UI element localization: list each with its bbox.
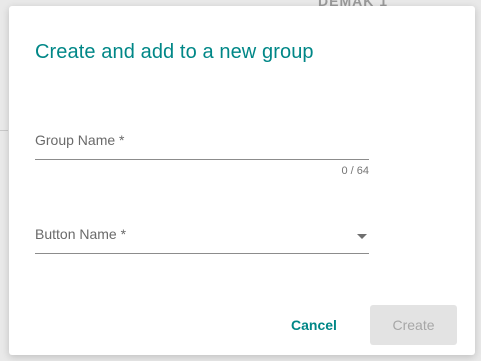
button-name-select[interactable]: Button Name * [35,215,369,254]
dialog-title: Create and add to a new group [35,41,314,63]
dropdown-caret-icon[interactable] [357,234,367,239]
group-name-underline [35,159,369,160]
cancel-button[interactable]: Cancel [280,305,348,345]
group-name-label: Group Name * [35,132,125,148]
background-divider [0,130,8,131]
create-button[interactable]: Create [370,305,457,345]
button-name-label: Button Name * [35,226,127,242]
button-name-underline [35,253,369,254]
group-name-field[interactable]: Group Name * [35,123,369,160]
create-group-dialog: Create and add to a new group Group Name… [9,6,475,355]
character-counter: 0 / 64 [341,165,369,177]
